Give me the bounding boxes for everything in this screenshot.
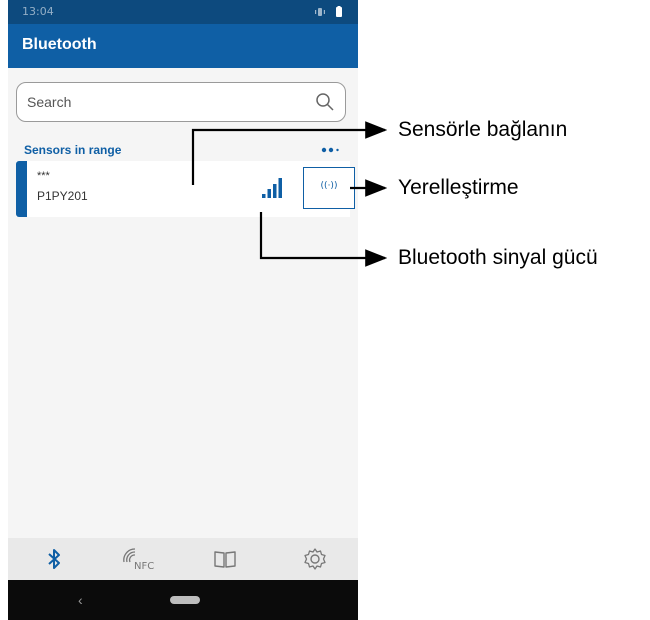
book-icon[interactable] — [211, 545, 239, 573]
app-bar: Bluetooth — [8, 24, 358, 68]
status-icons — [315, 6, 342, 17]
search-placeholder: Search — [27, 94, 72, 110]
status-bar: 13:04 — [8, 0, 358, 24]
section-title: Sensors in range — [24, 143, 122, 157]
callout-locate: Yerelleştirme — [398, 176, 519, 199]
system-navigation-bar: ‹ — [8, 580, 358, 620]
bottom-navigation: NFC — [8, 538, 358, 580]
sensor-accent-bar — [16, 161, 27, 217]
callout-connect: Sensörle bağlanın — [398, 118, 568, 141]
nfc-label: NFC — [134, 561, 154, 572]
callout-signal: Bluetooth sinyal gücü — [398, 246, 598, 269]
bluetooth-icon[interactable] — [40, 545, 68, 573]
sensor-list-item[interactable]: *** P1PY201 ((·)) — [16, 161, 355, 217]
search-icon[interactable] — [315, 92, 335, 112]
main-content: Search Sensors in range *** P1PY201 ((·)… — [8, 68, 358, 538]
screenshot-root: 13:04 Bluetooth Search Sensors in range … — [0, 0, 650, 620]
sensor-name: P1PY201 — [37, 189, 88, 203]
vibrate-icon — [315, 8, 325, 16]
page-title: Bluetooth — [22, 36, 97, 53]
phone-screen: 13:04 Bluetooth Search Sensors in range … — [8, 0, 358, 620]
sensor-code: *** — [37, 170, 50, 182]
back-icon[interactable]: ‹ — [78, 592, 83, 608]
locate-sensor-button[interactable]: ((·)) — [303, 167, 355, 209]
home-handle[interactable] — [170, 596, 200, 604]
nfc-icon[interactable]: NFC — [121, 545, 159, 573]
locate-icon: ((·)) — [320, 181, 338, 191]
battery-icon — [336, 6, 342, 17]
signal-strength-icon — [262, 178, 282, 198]
status-time: 13:04 — [22, 5, 54, 18]
search-input[interactable]: Search — [16, 82, 346, 122]
settings-gear-icon[interactable] — [301, 545, 329, 573]
more-options-icon[interactable] — [320, 144, 344, 156]
